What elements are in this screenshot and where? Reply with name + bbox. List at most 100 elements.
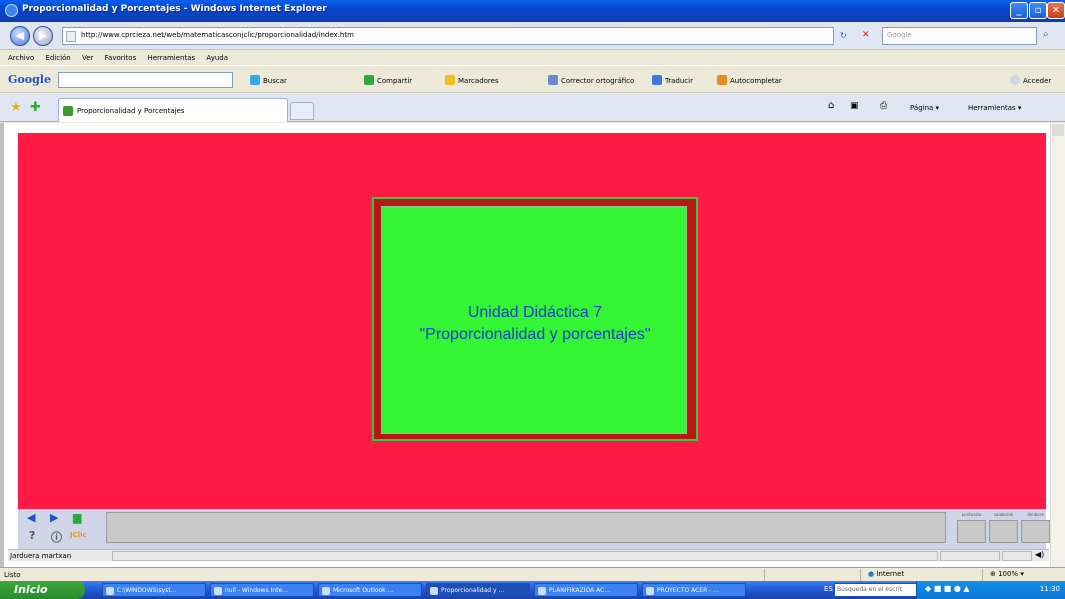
- share-label: Compartir: [377, 77, 413, 85]
- time-label: denbora: [1027, 512, 1044, 517]
- user-icon: [1010, 75, 1020, 85]
- tools-menu[interactable]: Herramientas ▾: [968, 104, 1021, 112]
- window-titlebar[interactable]: Proporcionalidad y Porcentajes - Windows…: [0, 0, 1065, 22]
- start-button[interactable]: Inicio: [0, 581, 85, 599]
- signin-button[interactable]: Acceder: [1010, 75, 1051, 85]
- sound-icon[interactable]: ◀): [1035, 550, 1044, 559]
- autofill-button[interactable]: Autocompletar: [717, 75, 782, 85]
- taskbar-item[interactable]: C:\WINDOWS\syst...: [102, 583, 206, 597]
- maximize-button[interactable]: ▫: [1029, 2, 1047, 19]
- jclic-logo: JClic: [70, 531, 87, 539]
- activity-frame: Unidad Didáctica 7 "Proporcionalidad y p…: [372, 197, 698, 441]
- taskbar-item-label: null - Windows Inte...: [225, 587, 288, 594]
- clock: 11:30: [1039, 585, 1060, 593]
- taskbar-item-label: Microsoft Outlook ...: [333, 587, 394, 594]
- zoom-control[interactable]: ⊕ 100% ▾: [990, 570, 1024, 578]
- search-input[interactable]: Google: [882, 27, 1037, 45]
- close-button[interactable]: ✕: [1047, 2, 1065, 19]
- stop-icon[interactable]: ✕: [862, 30, 870, 40]
- ie-icon: [322, 587, 330, 595]
- menu-item-archivo[interactable]: Archivo: [8, 54, 34, 62]
- star-icon: [445, 75, 455, 85]
- score-value-box: [957, 520, 986, 543]
- google-search-button[interactable]: Buscar: [250, 75, 287, 85]
- google-search-label: Buscar: [263, 77, 287, 85]
- bookmarks-button[interactable]: Marcadores: [445, 75, 499, 85]
- page-icon: [66, 31, 76, 42]
- address-row: ◀ ▶ http://www.cprcieza.net/web/matemati…: [0, 22, 1065, 50]
- menu-item-favoritos[interactable]: Favoritos: [105, 54, 137, 62]
- scroll-up-button[interactable]: [1052, 124, 1064, 136]
- refresh-icon[interactable]: ↻: [840, 31, 847, 40]
- word-icon: [538, 587, 546, 595]
- menu-item-ayuda[interactable]: Ayuda: [206, 54, 228, 62]
- minimize-button[interactable]: _: [1010, 2, 1028, 19]
- taskbar-item[interactable]: PROYECTO ACER - ...: [642, 583, 746, 597]
- translate-icon: [652, 75, 662, 85]
- back-button[interactable]: ◀: [10, 26, 30, 46]
- page-menu[interactable]: Página ▾: [910, 104, 939, 112]
- attempts-counter: saiakerak: [988, 512, 1019, 543]
- ie-logo-icon: [5, 4, 18, 17]
- vertical-scrollbar[interactable]: [1050, 123, 1065, 567]
- status-progress-segment: [112, 551, 938, 561]
- activity-card[interactable]: Unidad Didáctica 7 "Proporcionalidad y p…: [381, 206, 687, 434]
- start-label: Inicio: [14, 583, 48, 596]
- desktop-search-input[interactable]: Búsqueda en el escrit: [834, 583, 918, 597]
- taskbar-item-label: PROYECTO ACER - ...: [657, 587, 719, 594]
- menu-item-ver[interactable]: Ver: [82, 54, 93, 62]
- taskbar-item[interactable]: Microsoft Outlook ...: [318, 583, 422, 597]
- taskbar-item-active[interactable]: Proporcionalidad y ...: [426, 583, 530, 597]
- system-tray: ◆ ■ ■ ● ▲ 11:30: [916, 581, 1065, 599]
- tab-active[interactable]: Proporcionalidad y Porcentajes: [58, 98, 288, 122]
- taskbar-item[interactable]: PLANIFIKAZIOA AC...: [534, 583, 638, 597]
- translate-button[interactable]: Traducir: [652, 75, 693, 85]
- feeds-icon[interactable]: ▣: [850, 101, 859, 111]
- google-toolbar: Google Buscar Compartir Marcadores Corre…: [0, 65, 1065, 93]
- spellcheck-icon: [548, 75, 558, 85]
- help-icon[interactable]: ?: [29, 529, 35, 542]
- windows-taskbar: Inicio C:\WINDOWS\syst... null - Windows…: [0, 581, 1065, 599]
- page-menu-label: Página: [910, 104, 934, 112]
- security-zone-label: Internet: [876, 570, 905, 578]
- forward-button[interactable]: ▶: [33, 26, 53, 46]
- page-content: Unidad Didáctica 7 "Proporcionalidad y p…: [0, 123, 1065, 567]
- menu-item-edicion[interactable]: Edición: [45, 54, 70, 62]
- spellcheck-button[interactable]: Corrector ortográfico: [548, 75, 634, 85]
- spellcheck-label: Corrector ortográfico: [561, 77, 635, 85]
- jclic-status-bar: Jarduera martxan ◀): [8, 549, 1049, 561]
- search-icon[interactable]: ⌕: [1043, 29, 1049, 40]
- ie-icon: [214, 587, 222, 595]
- new-tab-button[interactable]: [290, 102, 314, 120]
- tray-icons[interactable]: ◆ ■ ■ ● ▲: [925, 584, 970, 593]
- language-indicator[interactable]: ES: [824, 585, 833, 593]
- next-arrow-icon[interactable]: ▶: [50, 511, 58, 524]
- favorites-star-icon[interactable]: ★: [10, 100, 22, 115]
- unit-title: Unidad Didáctica 7: [467, 304, 603, 321]
- tools-menu-label: Herramientas: [968, 104, 1016, 112]
- add-favorite-icon[interactable]: ✚: [30, 100, 41, 115]
- status-text: Listo: [4, 571, 21, 579]
- share-button[interactable]: Compartir: [364, 75, 412, 85]
- reset-flag-icon[interactable]: ▆: [73, 511, 81, 524]
- taskbar-item[interactable]: null - Windows Inte...: [210, 583, 314, 597]
- tab-favicon-icon: [63, 106, 73, 116]
- score-counter: puntuazio: [956, 512, 987, 543]
- taskbar-item-label: C:\WINDOWS\syst...: [117, 587, 177, 594]
- print-icon[interactable]: ⎙: [880, 101, 887, 111]
- zoom-level: 100%: [998, 570, 1019, 578]
- status-separator: [764, 569, 765, 581]
- signin-label: Acceder: [1023, 77, 1052, 85]
- word-icon: [646, 587, 654, 595]
- attempts-label: saiakerak: [993, 512, 1014, 517]
- previous-arrow-icon[interactable]: ◀: [27, 511, 35, 524]
- tab-row: ★ ✚ Proporcionalidad y Porcentajes ⌂ ▣ ⎙…: [0, 94, 1065, 122]
- taskbar-item-label: Proporcionalidad y ...: [441, 587, 505, 594]
- unit-subtitle: "Proporcionalidad y porcentajes": [419, 326, 651, 343]
- google-search-input[interactable]: [58, 72, 233, 88]
- address-input[interactable]: http://www.cprcieza.net/web/matematicasc…: [62, 27, 834, 45]
- info-icon[interactable]: ⓘ: [51, 529, 62, 545]
- home-icon[interactable]: ⌂: [828, 100, 834, 111]
- window-title: Proporcionalidad y Porcentajes - Windows…: [22, 4, 327, 14]
- menu-item-herramientas[interactable]: Herramientas: [147, 54, 195, 62]
